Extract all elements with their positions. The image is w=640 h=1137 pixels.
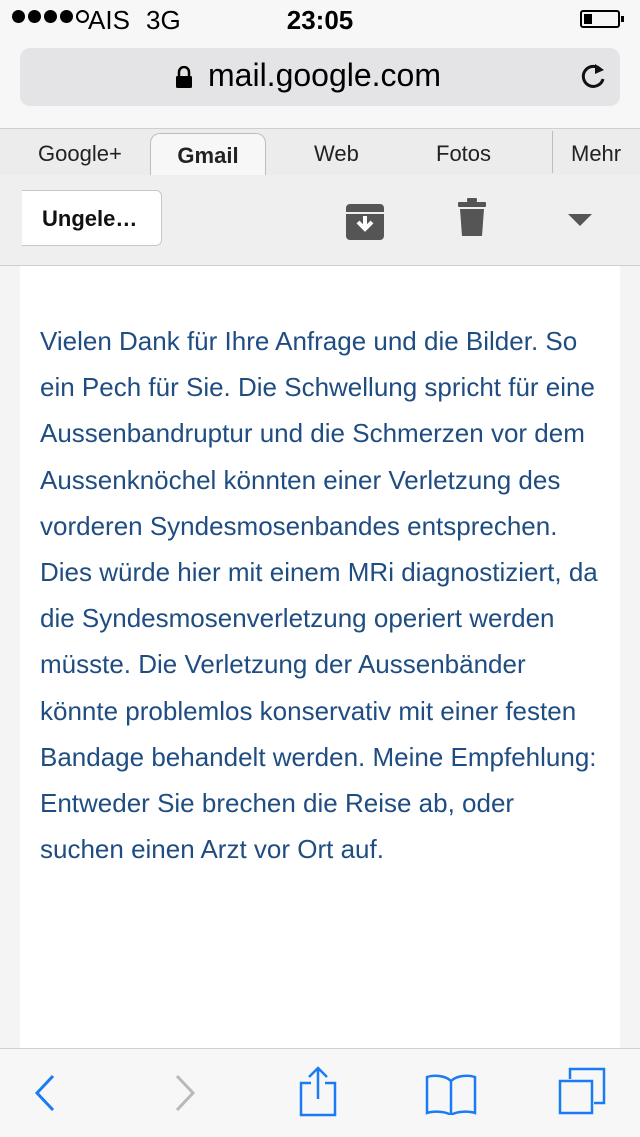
tab-google-plus[interactable]: Google+ — [38, 141, 122, 167]
tab-web[interactable]: Web — [314, 141, 359, 167]
browser-header: mail.google.com — [0, 40, 640, 128]
lock-icon — [176, 66, 192, 88]
tab-divider — [552, 131, 553, 173]
reload-icon[interactable] — [578, 62, 608, 92]
battery-icon — [580, 10, 624, 28]
status-time: 23:05 — [286, 5, 354, 35]
message-body: Vielen Dank für Ihre Anfrage und die Bil… — [40, 326, 598, 865]
url-text: mail.google.com — [208, 57, 441, 93]
tabs-icon[interactable] — [558, 1067, 606, 1115]
message-card: Vielen Dank für Ihre Anfrage und die Bil… — [20, 266, 620, 1048]
google-nav-tabs: Google+ Gmail Web Fotos Mehr — [0, 128, 640, 178]
status-bar: AIS 3G 23:05 — [0, 0, 640, 40]
tab-gmail[interactable]: Gmail — [150, 133, 266, 178]
share-icon[interactable] — [298, 1065, 338, 1117]
back-icon[interactable] — [34, 1074, 56, 1112]
tab-mehr[interactable]: Mehr — [571, 141, 621, 167]
back-to-unread-button[interactable]: Ungele… — [22, 190, 162, 246]
tab-fotos[interactable]: Fotos — [436, 141, 491, 167]
browser-bottom-bar — [0, 1048, 640, 1137]
mail-toolbar: Ungele… — [0, 175, 640, 266]
dropdown-caret-icon[interactable] — [568, 214, 592, 226]
address-bar[interactable]: mail.google.com — [20, 48, 620, 106]
forward-icon[interactable] — [174, 1074, 196, 1112]
back-button-label: Ungele… — [42, 206, 138, 231]
bookmarks-icon[interactable] — [425, 1073, 477, 1115]
trash-icon[interactable] — [458, 198, 486, 238]
archive-icon[interactable] — [346, 202, 384, 240]
